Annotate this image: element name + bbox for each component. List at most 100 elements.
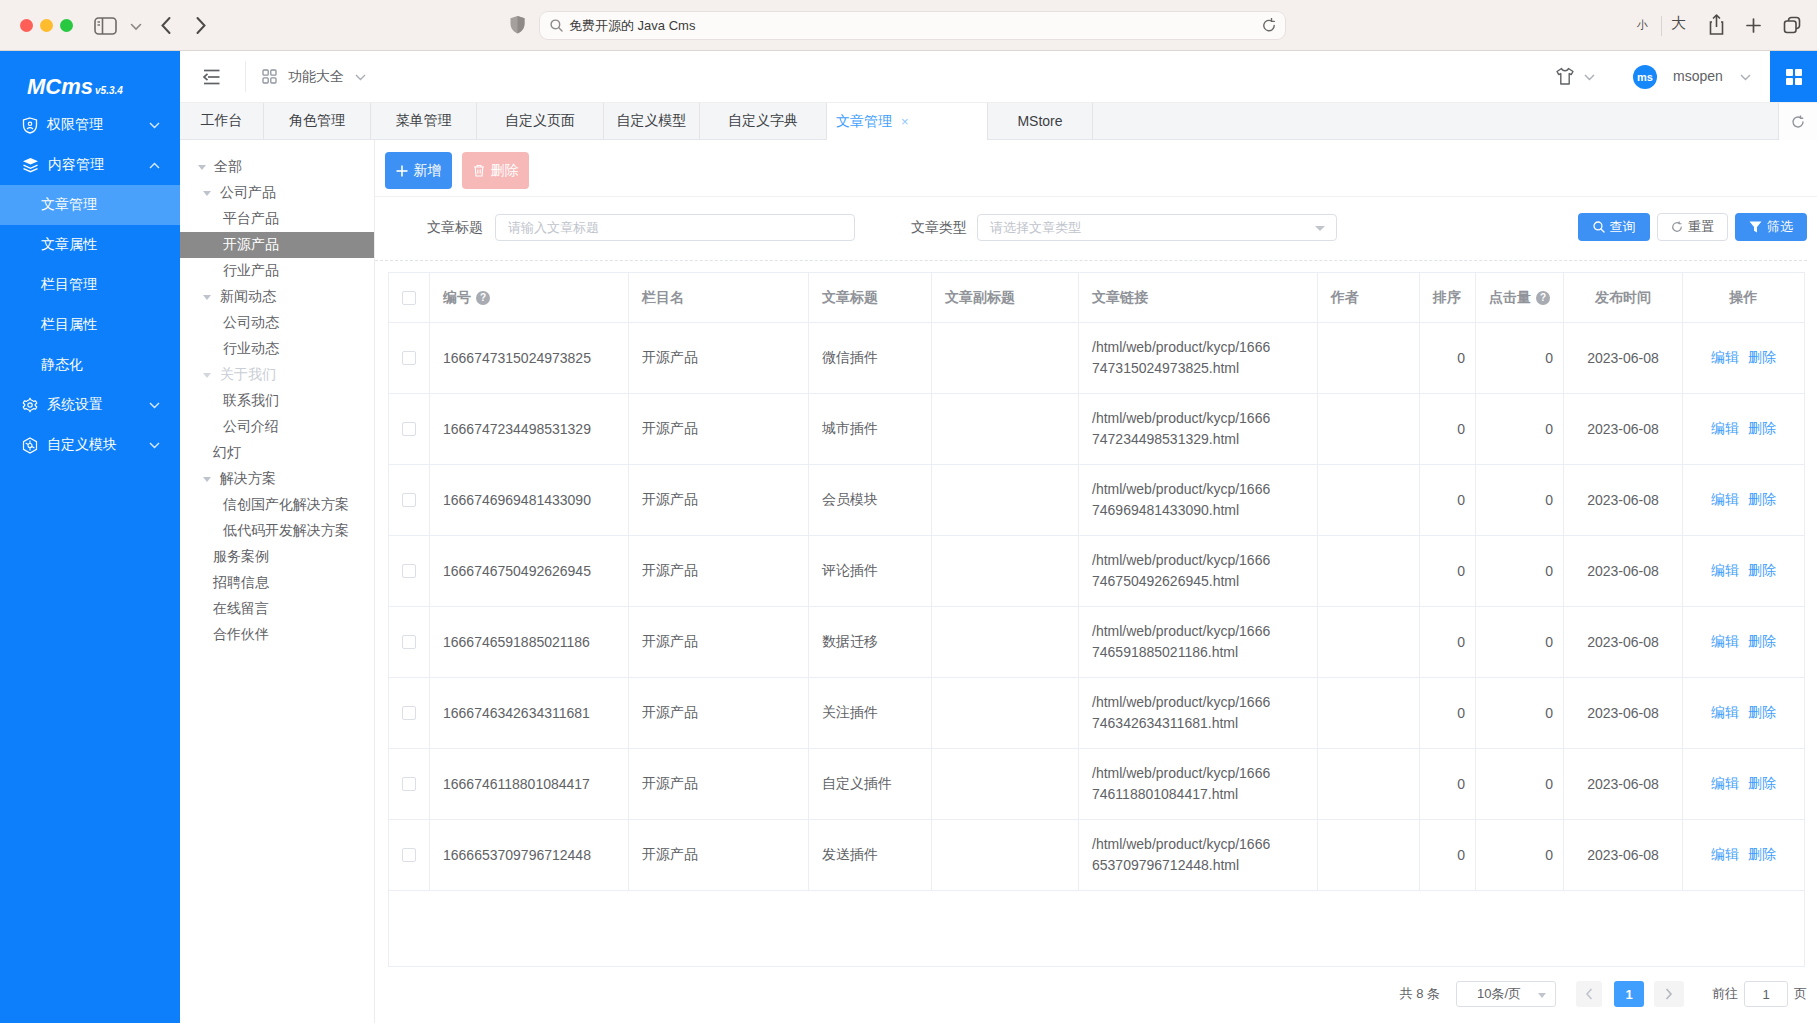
- page-size-select[interactable]: 10条/页: [1456, 981, 1556, 1007]
- tab-自定义字典[interactable]: 自定义字典: [700, 103, 827, 139]
- tree-node-信创国产化解决方案[interactable]: 信创国产化解决方案: [180, 492, 374, 518]
- new-tab-icon[interactable]: [1746, 18, 1761, 33]
- tree-node-公司动态[interactable]: 公司动态: [180, 310, 374, 336]
- edit-link[interactable]: 编辑: [1711, 349, 1739, 367]
- tab-角色管理[interactable]: 角色管理: [264, 103, 371, 139]
- tree-node-幻灯[interactable]: 幻灯: [180, 440, 374, 466]
- browser-forward-icon[interactable]: [195, 16, 207, 35]
- row-checkbox[interactable]: [389, 749, 430, 820]
- edit-link[interactable]: 编辑: [1711, 775, 1739, 793]
- browser-sidebar-toggle-icon[interactable]: [94, 17, 117, 35]
- tab-工作台[interactable]: 工作台: [180, 103, 264, 139]
- refresh-tab-button[interactable]: [1778, 103, 1817, 140]
- grid-menu-icon[interactable]: [262, 69, 277, 84]
- username-label[interactable]: msopen: [1673, 51, 1723, 102]
- edit-link[interactable]: 编辑: [1711, 491, 1739, 509]
- tree-node-合作伙伴[interactable]: 合作伙伴: [180, 622, 374, 648]
- row-checkbox[interactable]: [389, 820, 430, 891]
- privacy-shield-icon[interactable]: [509, 13, 526, 37]
- sidebar-subitem[interactable]: 文章属性: [0, 225, 180, 265]
- tree-node-在线留言[interactable]: 在线留言: [180, 596, 374, 622]
- add-button[interactable]: 新增: [385, 152, 452, 189]
- delete-link[interactable]: 删除: [1748, 420, 1776, 438]
- query-button[interactable]: 查询: [1578, 213, 1650, 241]
- decrease-font-icon[interactable]: 小: [1637, 18, 1648, 33]
- tree-node-公司介绍[interactable]: 公司介绍: [180, 414, 374, 440]
- row-checkbox[interactable]: [389, 536, 430, 607]
- edit-link[interactable]: 编辑: [1711, 846, 1739, 864]
- delete-link[interactable]: 删除: [1748, 491, 1776, 509]
- edit-link[interactable]: 编辑: [1711, 562, 1739, 580]
- tree-node-关于我们[interactable]: 关于我们: [180, 362, 374, 388]
- help-icon[interactable]: ?: [476, 291, 490, 305]
- tree-node-解决方案[interactable]: 解决方案: [180, 466, 374, 492]
- user-avatar[interactable]: ms: [1633, 65, 1657, 89]
- delete-link[interactable]: 删除: [1748, 349, 1776, 367]
- close-window-button[interactable]: [20, 19, 33, 32]
- prev-page-button[interactable]: [1576, 981, 1602, 1007]
- collapse-sidebar-icon[interactable]: [203, 69, 221, 85]
- delete-link[interactable]: 删除: [1748, 775, 1776, 793]
- share-icon[interactable]: [1708, 14, 1725, 36]
- delete-button[interactable]: 删除: [462, 152, 529, 189]
- tree-node-低代码开发解决方案[interactable]: 低代码开发解决方案: [180, 518, 374, 544]
- tree-expand-icon[interactable]: [203, 477, 211, 482]
- goto-page-input[interactable]: 1: [1744, 981, 1788, 1007]
- browser-back-icon[interactable]: [160, 16, 172, 35]
- increase-font-icon[interactable]: 大: [1671, 14, 1686, 33]
- sidebar-item-3[interactable]: 自定义模块: [0, 425, 180, 465]
- sidebar-item-0[interactable]: 权限管理: [0, 105, 180, 145]
- tree-node-招聘信息[interactable]: 招聘信息: [180, 570, 374, 596]
- theme-tshirt-icon[interactable]: [1555, 67, 1575, 86]
- row-checkbox[interactable]: [389, 323, 430, 394]
- row-checkbox[interactable]: [389, 678, 430, 749]
- sidebar-subitem[interactable]: 栏目管理: [0, 265, 180, 305]
- tree-node-行业动态[interactable]: 行业动态: [180, 336, 374, 362]
- tree-expand-icon[interactable]: [198, 165, 206, 170]
- tab-菜单管理[interactable]: 菜单管理: [371, 103, 477, 139]
- tab-自定义页面[interactable]: 自定义页面: [477, 103, 604, 139]
- tree-node-开源产品[interactable]: 开源产品: [180, 232, 374, 258]
- tree-node-公司产品[interactable]: 公司产品: [180, 180, 374, 206]
- sidebar-dropdown-chevron-icon[interactable]: [130, 23, 142, 31]
- tree-expand-icon[interactable]: [203, 373, 211, 378]
- tree-expand-icon[interactable]: [203, 191, 211, 196]
- select-all-checkbox[interactable]: [389, 273, 430, 323]
- title-search-input[interactable]: 请输入文章标题: [495, 214, 855, 241]
- tab-自定义模型[interactable]: 自定义模型: [604, 103, 700, 139]
- reset-button[interactable]: 重置: [1657, 213, 1728, 241]
- row-checkbox[interactable]: [389, 394, 430, 465]
- tree-node-平台产品[interactable]: 平台产品: [180, 206, 374, 232]
- edit-link[interactable]: 编辑: [1711, 633, 1739, 651]
- sidebar-subitem[interactable]: 文章管理: [0, 185, 180, 225]
- tree-node-服务案例[interactable]: 服务案例: [180, 544, 374, 570]
- row-checkbox[interactable]: [389, 607, 430, 678]
- sidebar-subitem[interactable]: 静态化: [0, 345, 180, 385]
- tree-node-新闻动态[interactable]: 新闻动态: [180, 284, 374, 310]
- minimize-window-button[interactable]: [40, 19, 53, 32]
- edit-link[interactable]: 编辑: [1711, 420, 1739, 438]
- tree-node-全部[interactable]: 全部: [180, 154, 374, 180]
- nav-menu-label[interactable]: 功能大全: [288, 51, 344, 102]
- sidebar-item-2[interactable]: 系统设置: [0, 385, 180, 425]
- current-page-button[interactable]: 1: [1614, 981, 1644, 1007]
- delete-link[interactable]: 删除: [1748, 562, 1776, 580]
- address-bar[interactable]: 免费开源的 Java Cms: [540, 12, 1285, 39]
- type-select[interactable]: 请选择文章类型: [977, 214, 1337, 241]
- tree-expand-icon[interactable]: [203, 295, 211, 300]
- tree-node-行业产品[interactable]: 行业产品: [180, 258, 374, 284]
- sidebar-subitem[interactable]: 栏目属性: [0, 305, 180, 345]
- filter-button[interactable]: 筛选: [1735, 213, 1807, 241]
- help-icon[interactable]: ?: [1536, 291, 1550, 305]
- next-page-button[interactable]: [1654, 981, 1684, 1007]
- tab-MStore[interactable]: MStore: [988, 103, 1093, 139]
- tab-overview-icon[interactable]: [1783, 16, 1801, 34]
- tab-文章管理[interactable]: 文章管理×: [827, 103, 988, 140]
- apps-grid-button[interactable]: [1770, 51, 1817, 102]
- sidebar-item-1[interactable]: 内容管理: [0, 145, 180, 185]
- zoom-window-button[interactable]: [60, 19, 73, 32]
- row-checkbox[interactable]: [389, 465, 430, 536]
- tab-close-icon[interactable]: ×: [901, 114, 909, 129]
- delete-link[interactable]: 删除: [1748, 846, 1776, 864]
- edit-link[interactable]: 编辑: [1711, 704, 1739, 722]
